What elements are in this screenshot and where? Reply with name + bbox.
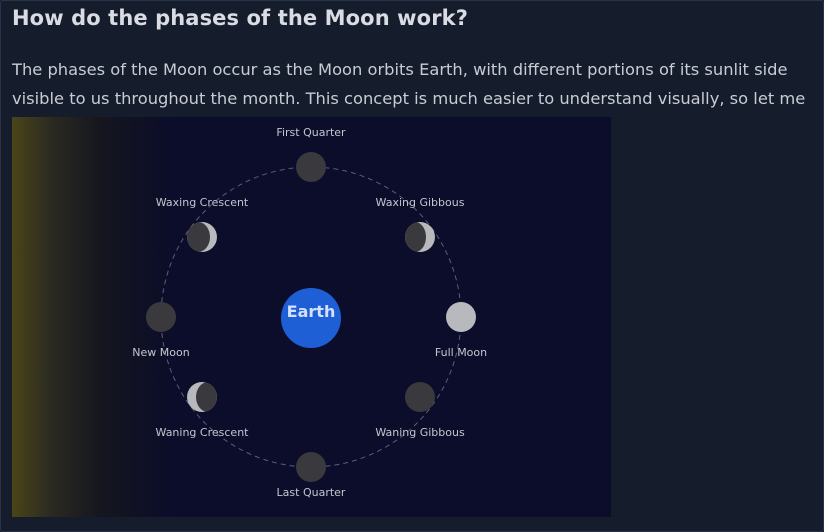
moon-full — [446, 302, 476, 332]
moon-phases-diagram: Earth First Quarter Waxing Gibbous Full … — [12, 117, 611, 517]
moon-waxing-gibbous — [405, 222, 435, 252]
moon-first-quarter — [296, 152, 326, 182]
moon-waxing-crescent — [187, 222, 217, 252]
label-full-moon: Full Moon — [434, 346, 488, 359]
label-waxing-gibbous: Waxing Gibbous — [375, 196, 465, 209]
earth: Earth — [281, 288, 341, 348]
moon-waning-crescent — [187, 382, 217, 412]
label-first-quarter: First Quarter — [276, 126, 346, 139]
label-waning-gibbous: Waning Gibbous — [375, 426, 465, 439]
moon-new — [146, 302, 176, 332]
page-title: How do the phases of the Moon work? — [12, 6, 468, 30]
label-waxing-crescent: Waxing Crescent — [155, 196, 249, 209]
label-waning-crescent: Waning Crescent — [155, 426, 249, 439]
moon-last-quarter — [296, 452, 326, 482]
label-new-moon: New Moon — [132, 346, 190, 359]
earth-label: Earth — [286, 301, 336, 321]
moon-waning-gibbous — [405, 382, 435, 412]
label-last-quarter: Last Quarter — [276, 486, 346, 499]
